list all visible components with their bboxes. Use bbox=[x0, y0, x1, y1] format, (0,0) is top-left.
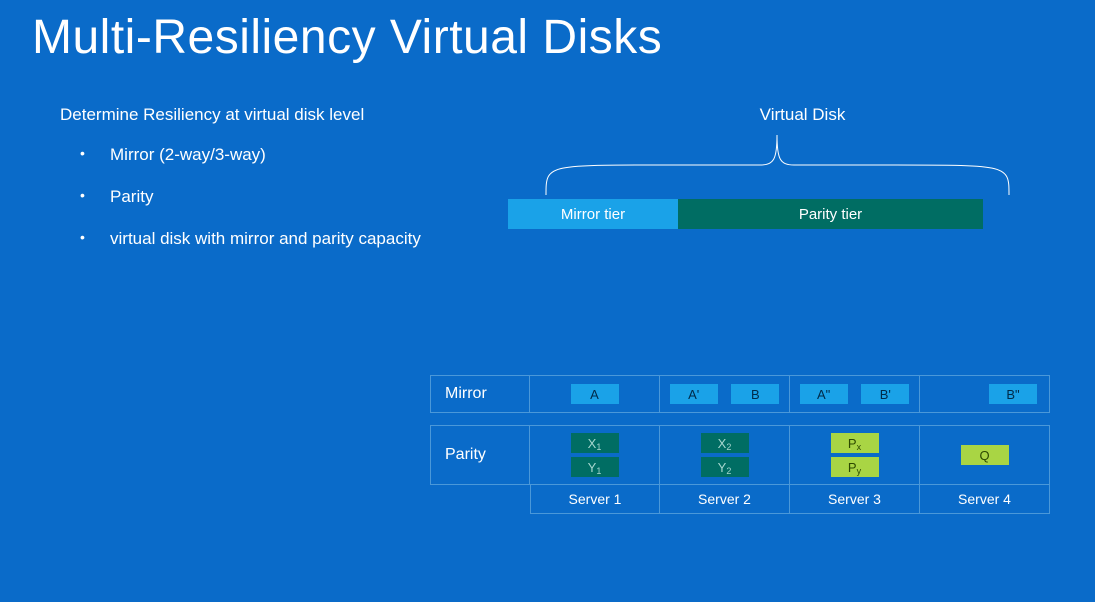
parity-block: Y1 bbox=[571, 457, 619, 477]
mirror-row-label: Mirror bbox=[430, 375, 530, 413]
server-layout-diagram: Mirror A A' B A" B' B" Parity X1Y1 X2Y2 … bbox=[430, 375, 1060, 514]
mirror-block: B bbox=[731, 384, 779, 404]
mirror-row: Mirror A A' B A" B' B" bbox=[430, 375, 1060, 413]
parity-cell-server3: Px Py bbox=[790, 425, 920, 485]
bullet-item: Mirror (2-way/3-way) bbox=[80, 145, 500, 165]
server-label: Server 4 bbox=[920, 485, 1050, 514]
parity-cell-server4: Q bbox=[920, 425, 1050, 485]
bullet-item: virtual disk with mirror and parity capa… bbox=[80, 229, 500, 249]
server-label: Server 2 bbox=[660, 485, 790, 514]
parity-block: X1 bbox=[571, 433, 619, 453]
slide-title: Multi-Resiliency Virtual Disks bbox=[0, 0, 1095, 65]
brace-icon bbox=[540, 129, 1015, 197]
virtual-disk-label: Virtual Disk bbox=[550, 105, 1055, 125]
bullet-item: Parity bbox=[80, 187, 500, 207]
virtual-disk-diagram: Virtual Disk Mirror tier Parity tier bbox=[500, 105, 1095, 271]
parity-cell-server2: X2Y2 bbox=[660, 425, 790, 485]
content-area: Determine Resiliency at virtual disk lev… bbox=[0, 65, 1095, 271]
parity-block: Py bbox=[831, 457, 879, 477]
section-heading: Determine Resiliency at virtual disk lev… bbox=[60, 105, 500, 125]
parity-row-label: Parity bbox=[430, 425, 530, 485]
parity-block: Y2 bbox=[701, 457, 749, 477]
mirror-block: B" bbox=[989, 384, 1037, 404]
mirror-tier-label: Mirror tier bbox=[508, 199, 678, 229]
mirror-block: A bbox=[571, 384, 619, 404]
mirror-block: A" bbox=[800, 384, 848, 404]
parity-row: Parity X1Y1 X2Y2 PxPy Q bbox=[430, 425, 1060, 485]
bullet-list: Mirror (2-way/3-way) Parity virtual disk… bbox=[60, 145, 500, 249]
server-label: Server 1 bbox=[530, 485, 660, 514]
parity-block: X2 bbox=[701, 433, 749, 453]
mirror-cell-server1: A bbox=[530, 375, 660, 413]
parity-block: Px bbox=[831, 433, 879, 453]
mirror-cell-server3: A" B' bbox=[790, 375, 920, 413]
mirror-block: A' bbox=[670, 384, 718, 404]
mirror-cell-server2: A' B bbox=[660, 375, 790, 413]
bullet-list-column: Determine Resiliency at virtual disk lev… bbox=[0, 105, 500, 271]
server-labels-row: Server 1 Server 2 Server 3 Server 4 bbox=[530, 485, 1060, 514]
mirror-cell-server4: B" bbox=[920, 375, 1050, 413]
parity-block: Q bbox=[961, 445, 1009, 465]
mirror-block: B' bbox=[861, 384, 909, 404]
tier-bar: Mirror tier Parity tier bbox=[508, 199, 983, 229]
parity-cell-server1: X1Y1 bbox=[530, 425, 660, 485]
parity-tier-label: Parity tier bbox=[678, 199, 983, 229]
server-label: Server 3 bbox=[790, 485, 920, 514]
